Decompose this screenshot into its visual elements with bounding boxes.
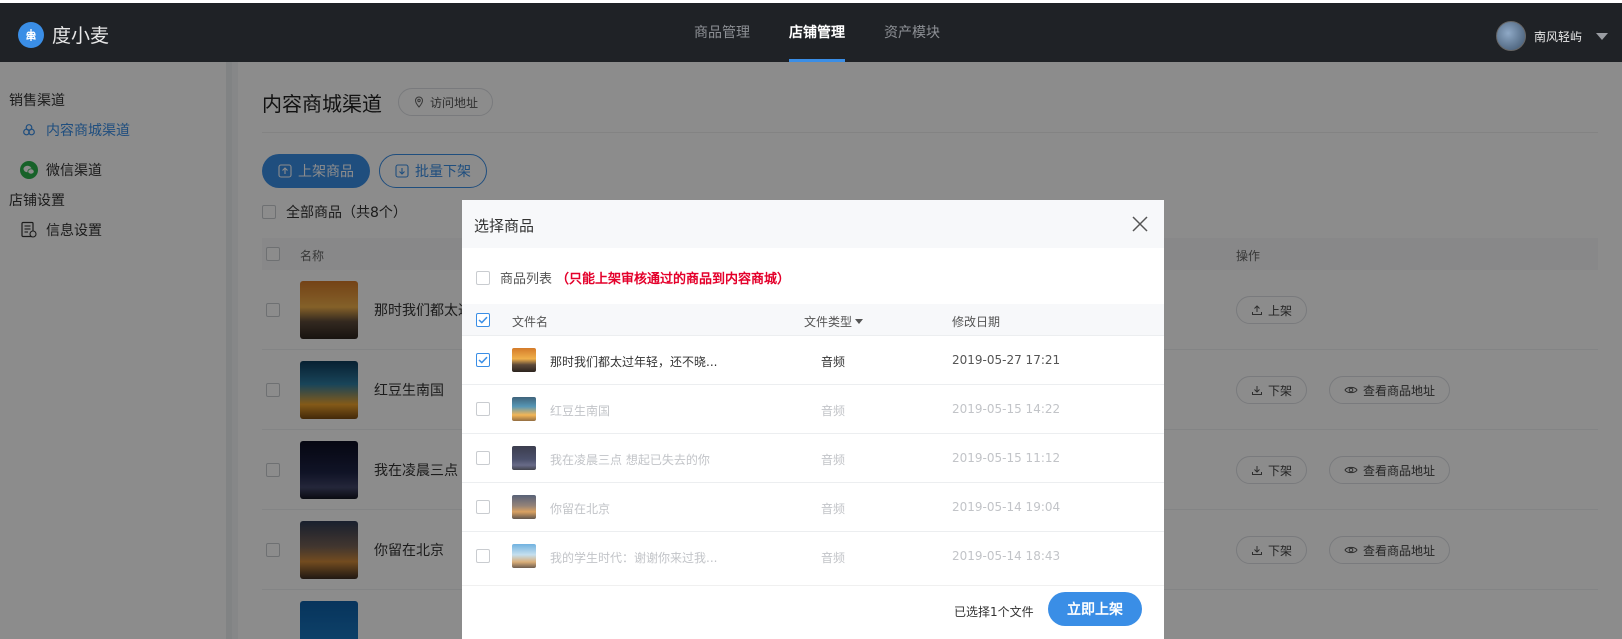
column-file-type-label: 文件类型 (804, 315, 853, 329)
file-name: 你留在北京 (550, 502, 611, 516)
column-file-name: 文件名 (512, 315, 549, 329)
file-type: 音频 (821, 502, 846, 516)
selected-count: 已选择1个文件 (954, 605, 1034, 619)
select-goods-modal: 选择商品 商品列表 （只能上架审核通过的商品到内容商城） 文件名 文件类型 修改… (462, 200, 1164, 639)
modal-table-header: 文件名 文件类型 修改日期 (462, 304, 1164, 336)
file-thumbnail (512, 446, 536, 470)
goods-list-label: 商品列表 （只能上架审核通过的商品到内容商城） (476, 268, 790, 287)
file-date: 2019-05-15 14:22 (952, 402, 1061, 416)
modal-title: 选择商品 (474, 217, 535, 235)
top-bar: 度小麦 商品管理 店铺管理 资产模块 南风轻屿 (0, 0, 1622, 62)
list-item[interactable]: 那时我们都太过年轻，还不晓... 音频 2019-05-27 17:21 (462, 336, 1164, 385)
file-type: 音频 (821, 453, 846, 467)
file-name: 我的学生时代：谢谢你来过我... (550, 551, 718, 565)
select-all-checkbox[interactable] (476, 313, 490, 327)
user-menu[interactable]: 南风轻屿 (1495, 21, 1608, 51)
logo-text: 度小麦 (52, 25, 110, 47)
nav-item-shop[interactable]: 店铺管理 (779, 3, 855, 62)
top-nav: 商品管理 店铺管理 资产模块 (684, 3, 969, 62)
check-icon (478, 316, 488, 324)
modal-header: 选择商品 (462, 200, 1164, 248)
file-type: 音频 (821, 355, 846, 369)
file-date: 2019-05-27 17:21 (952, 353, 1061, 367)
file-name: 红豆生南国 (550, 404, 611, 418)
checkbox (476, 549, 490, 563)
list-item: 红豆生南国 音频 2019-05-15 14:22 (462, 385, 1164, 434)
list-item: 我的学生时代：谢谢你来过我... 音频 2019-05-14 18:43 (462, 532, 1164, 585)
list-label-text: 商品列表 (500, 272, 553, 287)
wheat-logo-icon (18, 21, 44, 48)
warning-text: （只能上架审核通过的商品到内容商城） (556, 272, 791, 287)
nav-item-assets[interactable]: 资产模块 (874, 3, 950, 62)
file-date: 2019-05-14 19:04 (952, 500, 1061, 514)
file-thumbnail (512, 397, 536, 421)
modal-footer: 已选择1个文件 立即上架 (462, 585, 1164, 639)
list-item: 我在凌晨三点 想起已失去的你 音频 2019-05-15 11:12 (462, 434, 1164, 483)
file-type: 音频 (821, 551, 846, 565)
file-date: 2019-05-15 11:12 (952, 451, 1061, 465)
check-icon (478, 356, 488, 364)
list-item: 你留在北京 音频 2019-05-14 19:04 (462, 483, 1164, 532)
file-thumbnail (512, 495, 536, 519)
nav-item-goods[interactable]: 商品管理 (684, 3, 760, 62)
checkbox (476, 451, 490, 465)
checkbox[interactable] (476, 270, 490, 285)
avatar (1495, 21, 1526, 51)
list-now-button[interactable]: 立即上架 (1048, 592, 1142, 626)
sort-down-icon (855, 319, 864, 324)
file-name: 我在凌晨三点 想起已失去的你 (550, 453, 710, 467)
file-thumbnail (512, 348, 536, 372)
file-name: 那时我们都太过年轻，还不晓... (550, 355, 718, 369)
checkbox[interactable] (476, 353, 490, 367)
close-icon[interactable] (1130, 214, 1150, 234)
file-type: 音频 (821, 404, 846, 418)
checkbox (476, 402, 490, 416)
file-thumbnail (512, 544, 536, 568)
column-modified-date: 修改日期 (952, 315, 1001, 329)
column-file-type[interactable]: 文件类型 (804, 313, 864, 330)
logo[interactable]: 度小麦 (18, 21, 109, 48)
user-name: 南风轻屿 (1533, 29, 1582, 44)
chevron-down-icon (1596, 32, 1608, 40)
file-date: 2019-05-14 18:43 (952, 549, 1061, 563)
checkbox (476, 500, 490, 514)
